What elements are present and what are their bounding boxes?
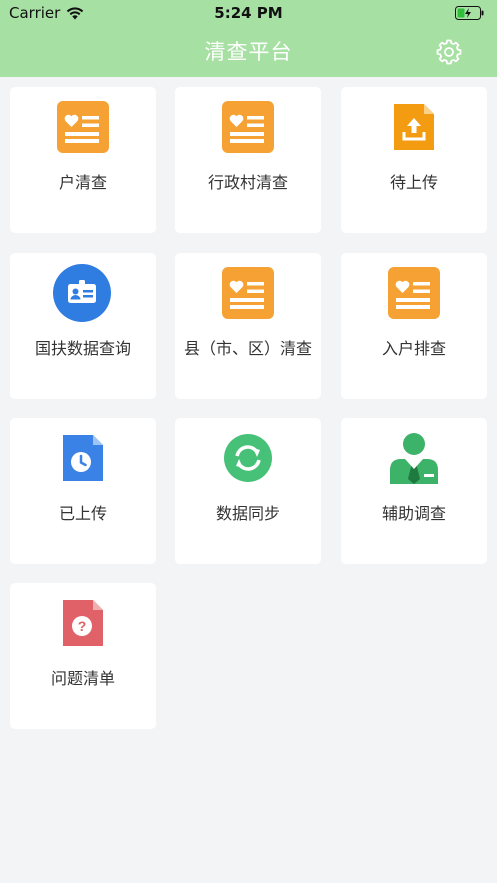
card-label: 县（市、区）清查 bbox=[183, 339, 312, 358]
card-label: 已上传 bbox=[58, 504, 107, 523]
upload-file-icon bbox=[394, 104, 434, 150]
question-file-icon: ? bbox=[63, 600, 103, 646]
card-label: 数据同步 bbox=[215, 504, 280, 523]
person-icon bbox=[390, 433, 438, 484]
card-county-check[interactable]: 县（市、区）清查 bbox=[175, 253, 321, 399]
card-pending-upload[interactable]: 待上传 bbox=[341, 87, 487, 233]
card-national-data-query[interactable]: 国扶数据查询 bbox=[10, 253, 156, 399]
id-card-icon bbox=[222, 101, 274, 153]
sync-icon bbox=[224, 434, 272, 482]
card-label: 入户排查 bbox=[381, 339, 446, 358]
id-card-icon bbox=[57, 101, 109, 153]
card-label: 辅助调查 bbox=[381, 504, 446, 523]
feature-grid: 户清查 行政村清查 待上传 国扶数据查询 县（市、区）清查 入户排查 已上传 数… bbox=[0, 0, 497, 883]
badge-icon bbox=[53, 264, 111, 322]
card-home-visit-check[interactable]: 入户排查 bbox=[341, 253, 487, 399]
id-card-icon bbox=[388, 267, 440, 319]
card-assisted-survey[interactable]: 辅助调查 bbox=[341, 418, 487, 564]
card-label: 户清查 bbox=[58, 173, 107, 192]
card-label: 问题清单 bbox=[50, 669, 115, 688]
card-uploaded[interactable]: 已上传 bbox=[10, 418, 156, 564]
svg-text:?: ? bbox=[78, 618, 87, 634]
card-label: 国扶数据查询 bbox=[34, 339, 131, 358]
card-village-check[interactable]: 行政村清查 bbox=[175, 87, 321, 233]
card-issue-list[interactable]: ? 问题清单 bbox=[10, 583, 156, 729]
card-household-check[interactable]: 户清查 bbox=[10, 87, 156, 233]
id-card-icon bbox=[222, 267, 274, 319]
card-label: 待上传 bbox=[389, 173, 438, 192]
card-data-sync[interactable]: 数据同步 bbox=[175, 418, 321, 564]
card-label: 行政村清查 bbox=[207, 173, 288, 192]
clock-file-icon bbox=[63, 435, 103, 481]
